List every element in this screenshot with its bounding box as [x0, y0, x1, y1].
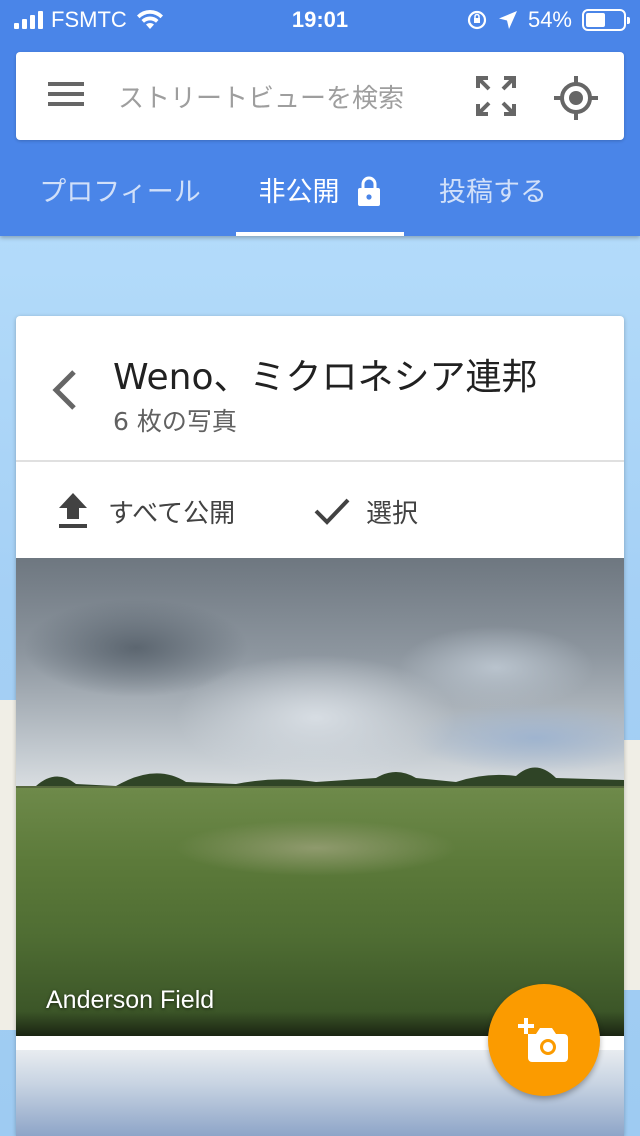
checkmark-icon	[314, 498, 350, 525]
orientation-lock-icon	[467, 10, 487, 30]
active-tab-indicator	[236, 232, 404, 236]
my-location-icon[interactable]	[554, 76, 598, 120]
add-photo-button[interactable]	[488, 984, 600, 1096]
publish-all-button[interactable]: すべて公開	[56, 486, 235, 536]
search-bar[interactable]: ストリートビューを検索	[16, 52, 624, 140]
map-land	[622, 740, 640, 990]
status-bar: FSMTC 19:01 54%	[0, 0, 640, 40]
search-input[interactable]: ストリートビューを検索	[118, 78, 404, 115]
divider	[16, 460, 624, 462]
tab-profile[interactable]: プロフィール	[20, 150, 220, 236]
location-arrow-icon	[498, 11, 517, 29]
tab-bar: プロフィール 非公開 投稿する	[0, 150, 640, 236]
tab-contribute[interactable]: 投稿する	[420, 150, 566, 236]
tab-private[interactable]: 非公開	[236, 150, 404, 236]
back-arrow-icon[interactable]	[50, 368, 80, 412]
add-photo-icon	[518, 1018, 568, 1062]
battery-icon	[582, 9, 630, 31]
lock-icon	[357, 176, 380, 206]
album-title: Weno、ミクロネシア連邦	[113, 357, 538, 398]
menu-icon[interactable]	[48, 82, 84, 110]
app-header: FSMTC 19:01 54% ストリートビューを検索 プロフィール 非公開 投…	[0, 0, 640, 236]
photo-location-label: Anderson Field	[46, 986, 215, 1014]
photo-count: 6 枚の写真	[113, 407, 237, 436]
photo-thumbnail[interactable]: Anderson Field	[16, 558, 624, 1036]
select-button[interactable]: 選択	[314, 486, 418, 536]
battery-percent: 54%	[527, 7, 572, 32]
upload-icon	[59, 493, 87, 528]
fullscreen-icon[interactable]	[476, 76, 516, 116]
